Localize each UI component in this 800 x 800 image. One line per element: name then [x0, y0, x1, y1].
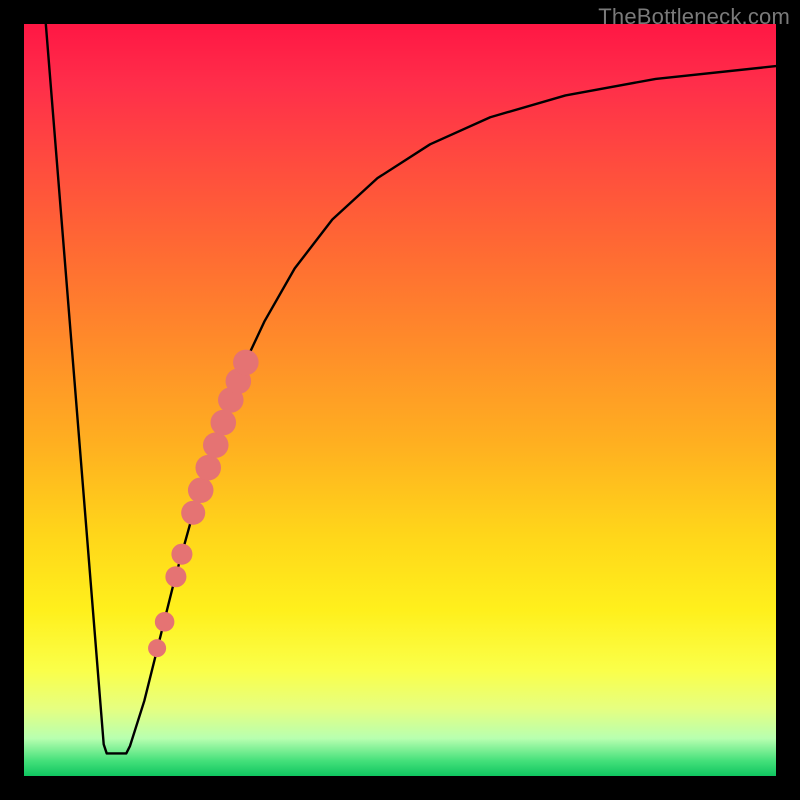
- marker-dot: [165, 566, 186, 587]
- marker-dot: [171, 544, 192, 565]
- chart-svg: [24, 24, 776, 776]
- marker-dot: [211, 410, 237, 436]
- marker-dot: [148, 639, 166, 657]
- marker-dot: [188, 477, 214, 503]
- marker-dot: [195, 455, 221, 481]
- marker-dot: [233, 350, 259, 376]
- marker-dot: [155, 612, 175, 632]
- marker-dot: [181, 501, 205, 525]
- plot-area: [24, 24, 776, 776]
- chart-frame: TheBottleneck.com: [0, 0, 800, 800]
- marker-dot: [203, 432, 229, 458]
- watermark-text: TheBottleneck.com: [598, 4, 790, 30]
